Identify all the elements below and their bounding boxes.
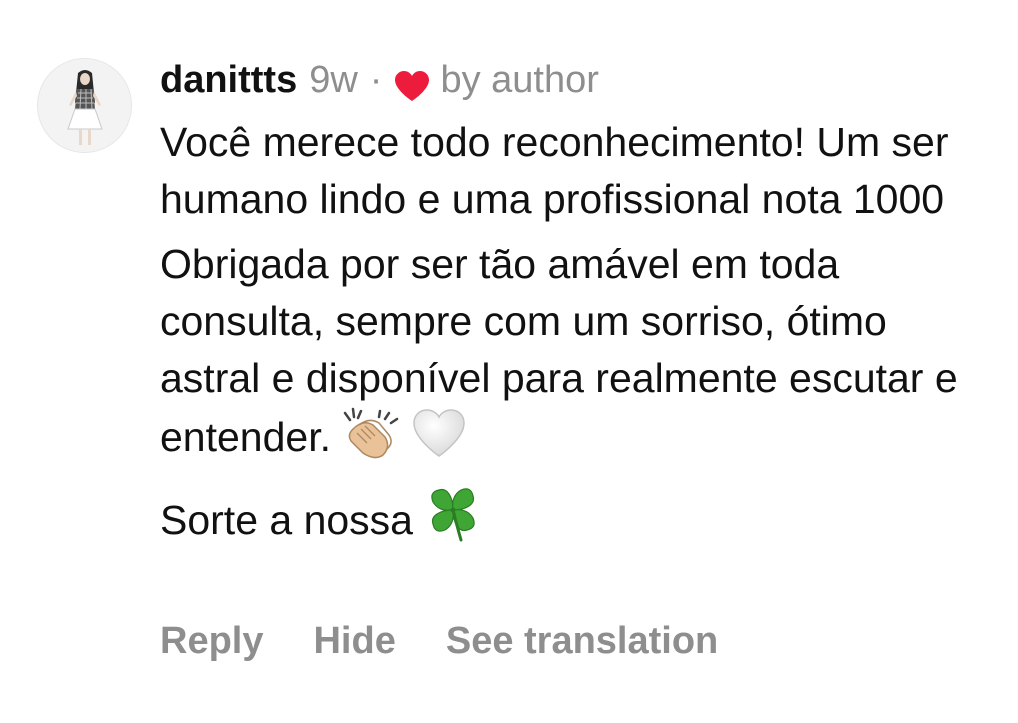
- comment: danittts 9w · by author Você merece todo…: [0, 0, 1018, 723]
- white-heart-emoji: [411, 407, 467, 474]
- separator-dot: ·: [369, 59, 383, 101]
- clapping-hands-emoji: [341, 407, 401, 474]
- comment-paragraph-3: Sorte a nossa: [160, 482, 990, 557]
- timestamp: 9w: [309, 59, 358, 101]
- avatar[interactable]: [37, 58, 132, 153]
- avatar-illustration: [38, 59, 131, 152]
- see-translation-button[interactable]: See translation: [446, 620, 718, 662]
- comment-paragraph-1: Você merece todo reconhecimento! Um ser …: [160, 114, 990, 228]
- liked-by-author-label: by author: [440, 59, 599, 101]
- comment-actions: Reply Hide See translation: [160, 616, 718, 666]
- hide-button[interactable]: Hide: [313, 620, 395, 662]
- four-leaf-clover-emoji: [423, 482, 485, 557]
- comment-paragraph-2: Obrigada por ser tão amável em toda cons…: [160, 236, 990, 474]
- comment-paragraph-1-text: Você merece todo reconhecimento! Um ser …: [160, 119, 949, 222]
- comment-content: danittts 9w · by author Você merece todo…: [160, 56, 990, 557]
- reply-button[interactable]: Reply: [160, 620, 263, 662]
- comment-paragraph-2-text: Obrigada por ser tão amável em toda cons…: [160, 241, 958, 460]
- comment-meta: danittts 9w · by author: [160, 56, 990, 104]
- username[interactable]: danittts: [160, 56, 297, 104]
- comment-paragraph-3-text: Sorte a nossa: [160, 497, 413, 543]
- heart-icon: [394, 66, 430, 101]
